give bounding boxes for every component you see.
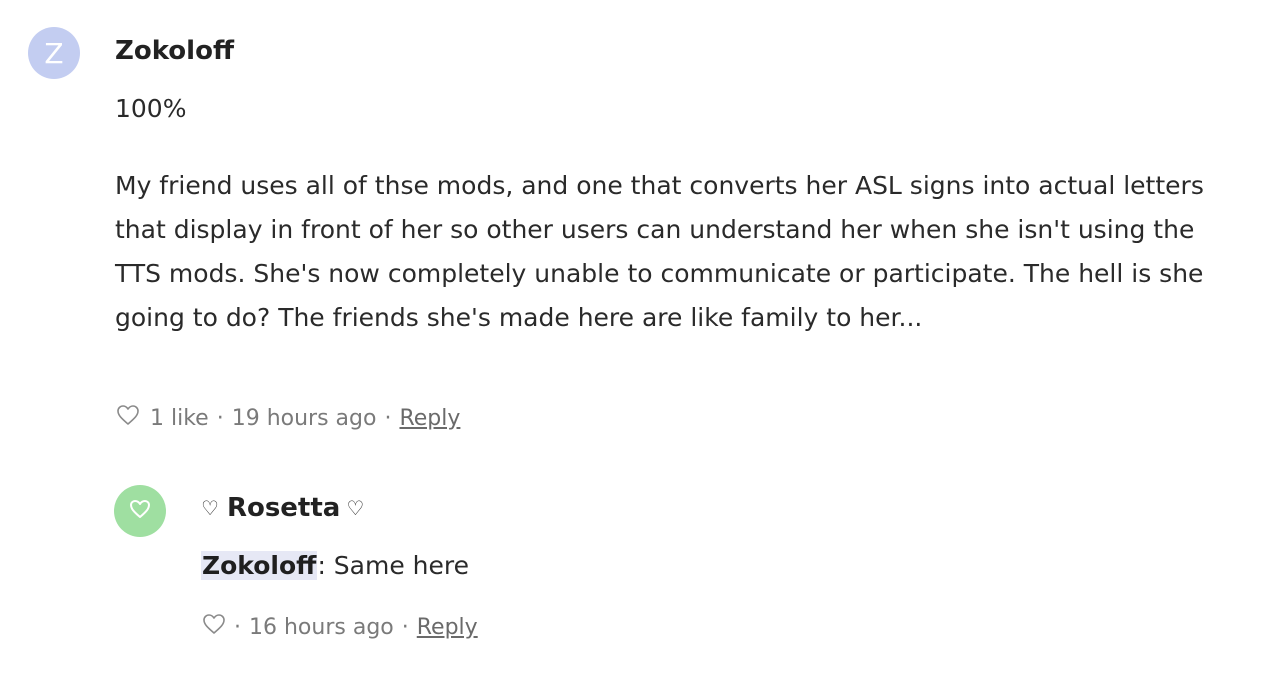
separator: · <box>401 614 409 640</box>
heart-decoration: ♡ <box>346 496 365 520</box>
like-count: 1 like <box>150 405 209 431</box>
comment-author[interactable]: ♡ Rosetta ♡ <box>201 493 364 523</box>
comment-meta: · 16 hours ago · Reply <box>202 613 478 641</box>
reply-button[interactable]: Reply <box>417 615 478 640</box>
mention-link[interactable]: Zokoloff <box>201 551 318 580</box>
comment-author[interactable]: Zokoloff <box>115 36 234 66</box>
author-name: Rosetta <box>226 493 341 523</box>
separator: · <box>384 405 392 431</box>
like-heart-icon[interactable] <box>202 613 226 641</box>
separator: · <box>234 614 241 640</box>
comment-body: : Same here <box>317 551 470 580</box>
reply-button[interactable]: Reply <box>399 406 460 431</box>
comment-text: 100% <box>115 94 187 123</box>
timestamp: 16 hours ago <box>249 614 394 640</box>
separator: · <box>216 405 224 431</box>
heart-icon <box>128 498 152 524</box>
comment-text: My friend uses all of thse mods, and one… <box>115 171 1204 332</box>
avatar[interactable]: Z <box>28 27 80 79</box>
heart-decoration: ♡ <box>201 496 219 520</box>
comment-meta: 1 like · 19 hours ago · Reply <box>116 404 460 432</box>
like-heart-icon[interactable] <box>116 404 140 432</box>
timestamp: 19 hours ago <box>231 405 377 431</box>
avatar-letter: Z <box>44 36 64 70</box>
avatar[interactable] <box>114 485 166 537</box>
comment-text: Zokoloff: Same here <box>201 551 469 580</box>
